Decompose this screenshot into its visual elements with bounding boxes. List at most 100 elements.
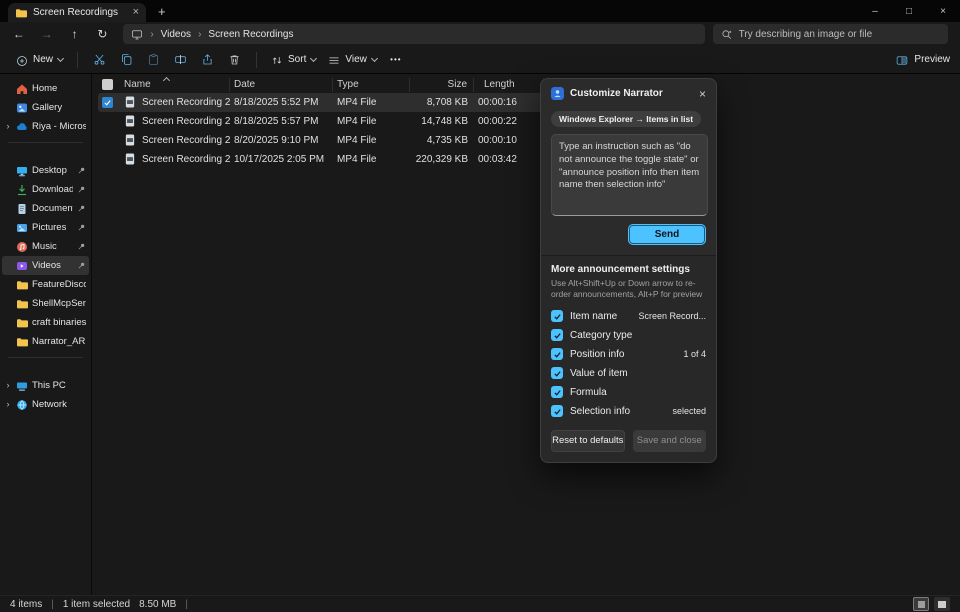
sidebar-item-narrator-arm[interactable]: Narrator_ARM_281: [2, 332, 89, 351]
rename-button[interactable]: [167, 49, 194, 71]
refresh-button[interactable]: ↻: [95, 27, 109, 41]
search-box[interactable]: [713, 24, 948, 44]
column-header-name[interactable]: Name: [120, 78, 230, 92]
new-button[interactable]: New: [10, 54, 69, 66]
see-more-button[interactable]: •••: [383, 55, 409, 64]
option-category-type[interactable]: Category type: [551, 326, 706, 345]
documents-icon: [16, 203, 28, 215]
dialog-close-icon[interactable]: ×: [699, 88, 706, 100]
instruction-textarea[interactable]: [551, 134, 708, 216]
option-formula[interactable]: Formula: [551, 383, 706, 402]
up-button[interactable]: ↑: [68, 27, 82, 41]
checkbox-checked[interactable]: [551, 386, 563, 398]
sidebar-item-network[interactable]: › Network: [2, 395, 89, 414]
save-and-close-button[interactable]: Save and close: [633, 430, 707, 452]
back-button[interactable]: ←: [12, 27, 26, 41]
new-tab-button[interactable]: +: [158, 5, 166, 18]
column-header-date[interactable]: Date: [230, 78, 333, 92]
checkbox-checked[interactable]: [551, 367, 563, 379]
file-name: Screen Recording 20...: [142, 135, 230, 146]
folder-icon: [16, 317, 28, 329]
preview-toggle[interactable]: Preview: [896, 54, 950, 66]
chevron-down-icon: [57, 54, 64, 61]
column-header-size[interactable]: Size: [410, 78, 474, 92]
sort-button[interactable]: Sort: [265, 54, 322, 66]
reset-to-defaults-button[interactable]: Reset to defaults: [551, 430, 625, 452]
row-checkbox-checked[interactable]: [102, 97, 113, 108]
tab-close-icon[interactable]: ×: [133, 7, 139, 18]
pin-icon: [77, 261, 86, 270]
selection-count: 1 item selected: [63, 599, 130, 610]
cut-button[interactable]: [86, 49, 113, 71]
settings-title: More announcement settings: [551, 264, 706, 275]
details-view-button[interactable]: [913, 597, 929, 611]
search-input[interactable]: [739, 29, 940, 40]
preview-pane-icon: [896, 54, 908, 66]
file-name: Screen Recording 20...: [142, 116, 230, 127]
dialog-title: Customize Narrator: [570, 88, 693, 99]
minimize-button[interactable]: –: [858, 0, 892, 22]
sidebar-item-home[interactable]: Home: [2, 79, 89, 98]
send-button[interactable]: Send: [628, 224, 706, 245]
file-type: MP4 File: [333, 131, 410, 150]
sort-ascending-icon: [163, 76, 170, 83]
option-item-name[interactable]: Item name Screen Record...: [551, 307, 706, 326]
close-button[interactable]: ×: [926, 0, 960, 22]
table-row[interactable]: Screen Recording 20... 8/18/2025 5:57 PM…: [98, 112, 544, 131]
chevron-down-icon: [310, 54, 317, 61]
checkbox-checked[interactable]: [551, 348, 563, 360]
table-row[interactable]: Screen Recording 20... 10/17/2025 2:05 P…: [98, 150, 544, 169]
file-name: Screen Recording 20...: [142, 154, 230, 165]
sidebar-item-onedrive[interactable]: › Riya - Microsoft: [2, 117, 89, 136]
desktop-icon: [16, 165, 28, 177]
checkbox-checked[interactable]: [551, 405, 563, 417]
chevron-right-icon[interactable]: ›: [4, 122, 12, 131]
videos-icon: [16, 260, 28, 272]
downloads-icon: [16, 184, 28, 196]
sidebar-item-pictures[interactable]: Pictures: [2, 218, 89, 237]
sidebar-item-this-pc[interactable]: › This PC: [2, 376, 89, 395]
chevron-right-icon[interactable]: ›: [4, 400, 12, 409]
mp4-file-icon: [124, 153, 137, 166]
plus-circle-icon: [16, 54, 28, 66]
sidebar-item-craft-binaries[interactable]: craft binaries: [2, 313, 89, 332]
large-icons-view-button[interactable]: [934, 597, 950, 611]
maximize-button[interactable]: □: [892, 0, 926, 22]
checkbox-checked[interactable]: [551, 310, 563, 322]
sidebar-item-music[interactable]: Music: [2, 237, 89, 256]
option-selection-info[interactable]: Selection info selected: [551, 402, 706, 421]
search-icon: [721, 28, 733, 40]
context-pill: Windows Explorer → Items in list: [551, 111, 701, 127]
tab-title: Screen Recordings: [33, 7, 127, 18]
copy-button[interactable]: [113, 49, 140, 71]
breadcrumb-item-screen-recordings[interactable]: Screen Recordings: [208, 29, 293, 40]
view-button[interactable]: View: [322, 54, 383, 66]
column-header-type[interactable]: Type: [333, 78, 410, 92]
option-position-info[interactable]: Position info 1 of 4: [551, 345, 706, 364]
sidebar-item-desktop[interactable]: Desktop: [2, 161, 89, 180]
sidebar-item-downloads[interactable]: Downloads: [2, 180, 89, 199]
forward-button[interactable]: →: [40, 27, 54, 41]
breadcrumb-item-videos[interactable]: Videos: [161, 29, 191, 40]
table-row[interactable]: Screen Recording 20... 8/20/2025 9:10 PM…: [98, 131, 544, 150]
sidebar-item-documents[interactable]: Documents: [2, 199, 89, 218]
sidebar-item-gallery[interactable]: Gallery: [2, 98, 89, 117]
sidebar-item-videos[interactable]: Videos: [2, 256, 89, 275]
narrator-icon: [551, 87, 564, 100]
delete-button[interactable]: [221, 49, 248, 71]
select-all-checkbox[interactable]: [98, 78, 120, 92]
explorer-tab[interactable]: Screen Recordings ×: [8, 3, 146, 22]
file-length: 00:00:22: [474, 112, 544, 131]
column-header-length[interactable]: Length: [474, 78, 544, 92]
breadcrumb[interactable]: › Videos › Screen Recordings: [123, 24, 704, 44]
this-pc-icon: [131, 28, 143, 40]
paste-button[interactable]: [140, 49, 167, 71]
sidebar-item-featurediscoverabil[interactable]: FeatureDiscoverabil: [2, 275, 89, 294]
share-button[interactable]: [194, 49, 221, 71]
option-value-of-item[interactable]: Value of item: [551, 364, 706, 383]
checkbox-checked[interactable]: [551, 329, 563, 341]
table-row[interactable]: Screen Recording 20... 8/18/2025 5:52 PM…: [98, 93, 544, 112]
chevron-right-icon[interactable]: ›: [4, 381, 12, 390]
sidebar-item-shellmcpservers[interactable]: ShellMcpServers: [2, 294, 89, 313]
file-list-header: Name Date Type Size Length: [98, 76, 960, 93]
